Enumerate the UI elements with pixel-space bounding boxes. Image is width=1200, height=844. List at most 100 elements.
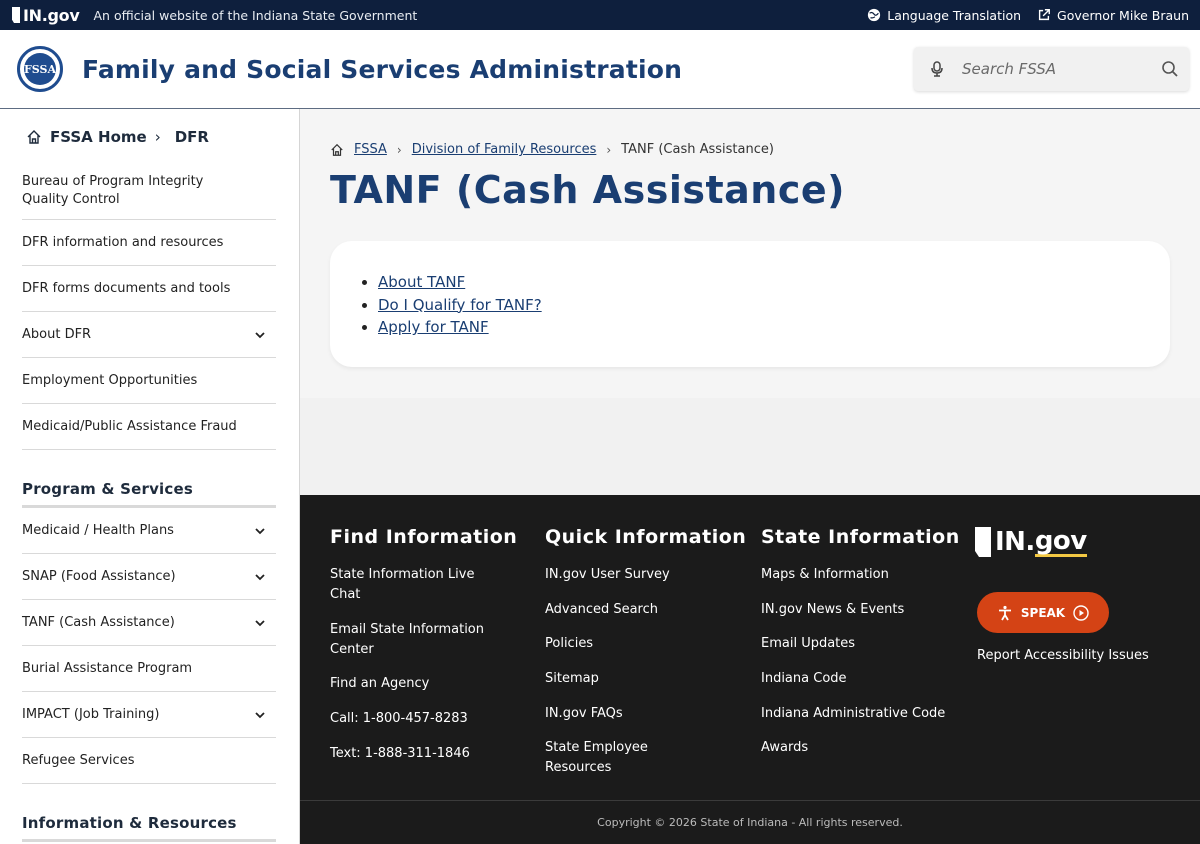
sidebar-item-label: About DFR bbox=[22, 326, 92, 342]
language-translation-label: Language Translation bbox=[887, 7, 1022, 23]
footer-state-information: State Information Maps & Information IN.… bbox=[761, 526, 960, 773]
footer-logo-in: IN. bbox=[995, 527, 1035, 557]
sidebar-crumb-home[interactable]: FSSA Home bbox=[50, 128, 147, 146]
sidebar-item-impact[interactable]: IMPACT (Job Training) bbox=[22, 692, 276, 738]
copyright-text: Copyright © 2026 State of Indiana - All … bbox=[597, 816, 903, 829]
sidebar-item-label: DFR information and resources bbox=[22, 234, 224, 250]
site-footer: Find Information State Information Live … bbox=[300, 495, 1200, 844]
footer-link-sitemap[interactable]: Sitemap bbox=[545, 669, 705, 689]
chevron-right-icon: › bbox=[154, 128, 161, 146]
sidebar-item-about-dfr[interactable]: About DFR bbox=[22, 312, 276, 358]
sidebar-item-label: Refugee Services bbox=[22, 752, 135, 768]
sidebar-crumb-current[interactable]: DFR bbox=[175, 128, 209, 146]
chevron-down-icon[interactable] bbox=[254, 571, 266, 583]
sidebar-item-refugee[interactable]: Refugee Services bbox=[22, 738, 276, 784]
footer-link-indiana-code[interactable]: Indiana Code bbox=[761, 669, 921, 689]
sidebar-item-tanf[interactable]: TANF (Cash Assistance) bbox=[22, 600, 276, 646]
footer-link-email-updates[interactable]: Email Updates bbox=[761, 634, 921, 654]
report-accessibility-link[interactable]: Report Accessibility Issues bbox=[977, 648, 1149, 663]
fssa-seal-logo[interactable]: FSSA bbox=[17, 46, 63, 92]
indiana-state-icon bbox=[12, 7, 20, 23]
footer-link-text[interactable]: Text: 1-888-311-1846 bbox=[330, 744, 490, 764]
microphone-icon[interactable] bbox=[930, 61, 944, 77]
about-tanf-link[interactable]: About TANF bbox=[378, 273, 465, 291]
footer-divider bbox=[300, 800, 1200, 801]
sidebar-item-label: TANF (Cash Assistance) bbox=[22, 614, 175, 630]
play-circle-icon bbox=[1073, 604, 1089, 621]
sidebar-breadcrumb: FSSA Home › DFR bbox=[26, 128, 209, 146]
sidebar-section-information: Information & Resources bbox=[22, 814, 276, 842]
footer-link-awards[interactable]: Awards bbox=[761, 738, 921, 758]
footer-link-employee-resources[interactable]: State Employee Resources bbox=[545, 738, 705, 778]
speak-label: SPEAK bbox=[1020, 605, 1066, 620]
footer-link-faqs[interactable]: IN.gov FAQs bbox=[545, 704, 705, 724]
governor-label: Governor Mike Braun bbox=[1057, 7, 1189, 23]
footer-quick-title: Quick Information bbox=[545, 526, 747, 548]
chevron-down-icon[interactable] bbox=[254, 617, 266, 629]
sidebar-item-label: Bureau of Program Integrity Quality Cont… bbox=[22, 173, 204, 207]
sidebar-item-label: SNAP (Food Assistance) bbox=[22, 568, 176, 584]
sidebar-item-label: Burial Assistance Program bbox=[22, 660, 193, 676]
footer-quick-information: Quick Information IN.gov User Survey Adv… bbox=[545, 526, 746, 793]
home-icon bbox=[27, 130, 41, 144]
footer-state-title: State Information bbox=[761, 526, 960, 548]
qualify-tanf-link[interactable]: Do I Qualify for TANF? bbox=[378, 296, 542, 314]
sidebar-item-label: DFR forms documents and tools bbox=[22, 280, 231, 296]
breadcrumb-dfr-link[interactable]: Division of Family Resources bbox=[412, 142, 597, 157]
main-content: FSSA › Division of Family Resources › TA… bbox=[300, 109, 1200, 495]
footer-link-email-center[interactable]: Email State Information Center bbox=[330, 620, 490, 660]
official-site-notice: An official website of the Indiana State… bbox=[93, 7, 418, 23]
sidebar-item-label: Medicaid / Health Plans bbox=[22, 522, 174, 538]
footer-logo-gov: gov bbox=[1034, 525, 1087, 557]
sidebar-item-employment[interactable]: Employment Opportunities bbox=[22, 358, 276, 404]
sidebar-item-dfr-forms[interactable]: DFR forms documents and tools bbox=[22, 266, 276, 312]
apply-tanf-link[interactable]: Apply for TANF bbox=[378, 318, 489, 336]
breadcrumb-fssa-link[interactable]: FSSA bbox=[354, 142, 387, 157]
list-item: Do I Qualify for TANF? bbox=[378, 294, 542, 317]
footer-link-advanced-search[interactable]: Advanced Search bbox=[545, 600, 705, 620]
footer-find-information: Find Information State Information Live … bbox=[330, 526, 517, 778]
footer-link-find-agency[interactable]: Find an Agency bbox=[330, 674, 490, 694]
footer-link-call[interactable]: Call: 1-800-457-8283 bbox=[330, 709, 490, 729]
chevron-right-icon: › bbox=[396, 142, 402, 157]
footer-link-policies[interactable]: Policies bbox=[545, 634, 705, 654]
sidebar-item-label: Employment Opportunities bbox=[22, 372, 198, 388]
footer-link-news-events[interactable]: IN.gov News & Events bbox=[761, 600, 921, 620]
accessibility-icon bbox=[998, 605, 1011, 620]
breadcrumb-current: TANF (Cash Assistance) bbox=[621, 142, 774, 157]
sidebar-programs-list: Medicaid / Health Plans SNAP (Food Assis… bbox=[22, 508, 276, 784]
sidebar-item-medicaid[interactable]: Medicaid / Health Plans bbox=[22, 508, 276, 554]
sidebar-item-fraud[interactable]: Medicaid/Public Assistance Fraud bbox=[22, 404, 276, 450]
search-input[interactable] bbox=[962, 60, 1142, 78]
seal-text: FSSA bbox=[24, 53, 56, 85]
footer-link-user-survey[interactable]: IN.gov User Survey bbox=[545, 565, 705, 585]
language-translation-link[interactable]: Language Translation bbox=[867, 8, 1021, 23]
chevron-down-icon[interactable] bbox=[254, 709, 266, 721]
footer-link-live-chat[interactable]: State Information Live Chat bbox=[330, 565, 490, 605]
speak-button[interactable]: SPEAK bbox=[977, 592, 1109, 633]
breadcrumb: FSSA › Division of Family Resources › TA… bbox=[330, 142, 774, 157]
list-item: About TANF bbox=[378, 271, 542, 294]
chevron-down-icon[interactable] bbox=[254, 525, 266, 537]
chevron-down-icon[interactable] bbox=[254, 329, 266, 341]
footer-ingov-logo[interactable]: IN. gov bbox=[975, 527, 1087, 557]
search-icon[interactable] bbox=[1161, 60, 1179, 78]
footer-find-title: Find Information bbox=[330, 526, 518, 548]
sidebar-item-label: IMPACT (Job Training) bbox=[22, 706, 160, 722]
sidebar-item-dfr-information[interactable]: DFR information and resources bbox=[22, 220, 276, 266]
links-card: About TANF Do I Qualify for TANF? Apply … bbox=[330, 241, 1170, 367]
site-title[interactable]: Family and Social Services Administratio… bbox=[82, 55, 682, 84]
indiana-state-icon bbox=[975, 527, 991, 557]
list-item: Apply for TANF bbox=[378, 316, 542, 339]
ingov-logo-text: IN.gov bbox=[23, 5, 80, 25]
sidebar-item-bureau-program-integrity[interactable]: Bureau of Program Integrity Quality Cont… bbox=[22, 165, 276, 220]
sidebar-dfr-list: Bureau of Program Integrity Quality Cont… bbox=[22, 165, 276, 450]
ingov-logo[interactable]: IN.gov bbox=[12, 6, 80, 25]
footer-link-maps[interactable]: Maps & Information bbox=[761, 565, 921, 585]
sidebar-item-label: Medicaid/Public Assistance Fraud bbox=[22, 418, 237, 434]
sidebar-item-burial[interactable]: Burial Assistance Program bbox=[22, 646, 276, 692]
governor-link[interactable]: Governor Mike Braun bbox=[1037, 8, 1189, 23]
sidebar-item-snap[interactable]: SNAP (Food Assistance) bbox=[22, 554, 276, 600]
footer-link-admin-code[interactable]: Indiana Administrative Code bbox=[761, 704, 951, 724]
chevron-right-icon: › bbox=[606, 142, 612, 157]
